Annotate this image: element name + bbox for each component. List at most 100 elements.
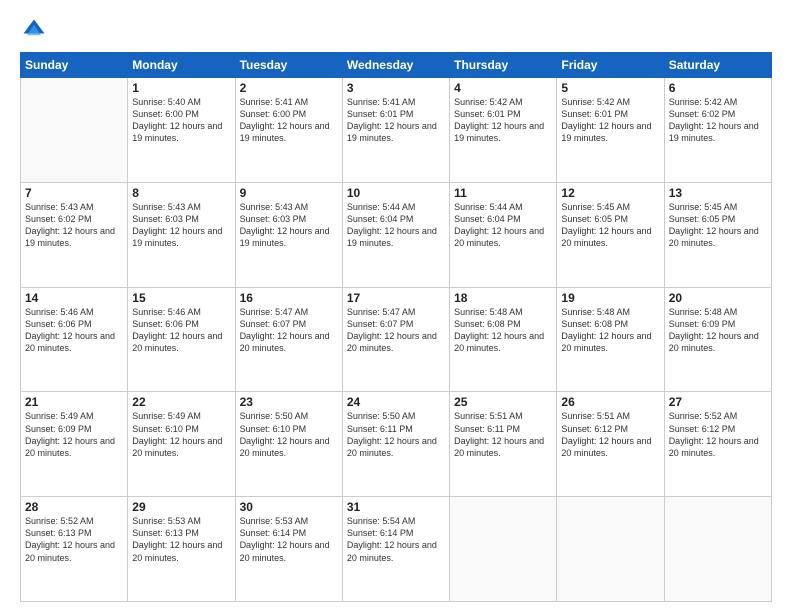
day-info: Sunrise: 5:49 AMSunset: 6:09 PMDaylight:… [25,410,123,459]
day-info: Sunrise: 5:47 AMSunset: 6:07 PMDaylight:… [347,306,445,355]
calendar-cell: 29 Sunrise: 5:53 AMSunset: 6:13 PMDaylig… [128,497,235,602]
logo [20,16,52,44]
calendar-cell: 5 Sunrise: 5:42 AMSunset: 6:01 PMDayligh… [557,78,664,183]
day-info: Sunrise: 5:45 AMSunset: 6:05 PMDaylight:… [561,201,659,250]
calendar-cell: 14 Sunrise: 5:46 AMSunset: 6:06 PMDaylig… [21,287,128,392]
day-info: Sunrise: 5:43 AMSunset: 6:02 PMDaylight:… [25,201,123,250]
calendar-table: SundayMondayTuesdayWednesdayThursdayFrid… [20,52,772,602]
weekday-header-sunday: Sunday [21,53,128,78]
day-number: 30 [240,500,338,514]
day-number: 31 [347,500,445,514]
calendar-week-4: 21 Sunrise: 5:49 AMSunset: 6:09 PMDaylig… [21,392,772,497]
weekday-header-tuesday: Tuesday [235,53,342,78]
weekday-header-row: SundayMondayTuesdayWednesdayThursdayFrid… [21,53,772,78]
calendar-cell: 11 Sunrise: 5:44 AMSunset: 6:04 PMDaylig… [450,182,557,287]
day-number: 11 [454,186,552,200]
day-number: 9 [240,186,338,200]
calendar-cell [21,78,128,183]
day-info: Sunrise: 5:40 AMSunset: 6:00 PMDaylight:… [132,96,230,145]
day-info: Sunrise: 5:48 AMSunset: 6:08 PMDaylight:… [561,306,659,355]
day-number: 7 [25,186,123,200]
day-number: 16 [240,291,338,305]
calendar-cell [557,497,664,602]
calendar-cell: 4 Sunrise: 5:42 AMSunset: 6:01 PMDayligh… [450,78,557,183]
calendar-cell: 15 Sunrise: 5:46 AMSunset: 6:06 PMDaylig… [128,287,235,392]
day-number: 18 [454,291,552,305]
day-info: Sunrise: 5:44 AMSunset: 6:04 PMDaylight:… [347,201,445,250]
day-number: 13 [669,186,767,200]
day-number: 29 [132,500,230,514]
calendar-cell: 23 Sunrise: 5:50 AMSunset: 6:10 PMDaylig… [235,392,342,497]
calendar-cell: 28 Sunrise: 5:52 AMSunset: 6:13 PMDaylig… [21,497,128,602]
day-info: Sunrise: 5:42 AMSunset: 6:02 PMDaylight:… [669,96,767,145]
calendar-week-3: 14 Sunrise: 5:46 AMSunset: 6:06 PMDaylig… [21,287,772,392]
calendar-cell: 30 Sunrise: 5:53 AMSunset: 6:14 PMDaylig… [235,497,342,602]
day-info: Sunrise: 5:41 AMSunset: 6:00 PMDaylight:… [240,96,338,145]
calendar-cell: 27 Sunrise: 5:52 AMSunset: 6:12 PMDaylig… [664,392,771,497]
calendar-cell: 22 Sunrise: 5:49 AMSunset: 6:10 PMDaylig… [128,392,235,497]
day-info: Sunrise: 5:48 AMSunset: 6:09 PMDaylight:… [669,306,767,355]
day-number: 25 [454,395,552,409]
day-info: Sunrise: 5:50 AMSunset: 6:11 PMDaylight:… [347,410,445,459]
calendar-week-2: 7 Sunrise: 5:43 AMSunset: 6:02 PMDayligh… [21,182,772,287]
day-number: 8 [132,186,230,200]
day-info: Sunrise: 5:51 AMSunset: 6:12 PMDaylight:… [561,410,659,459]
day-number: 22 [132,395,230,409]
calendar-cell: 20 Sunrise: 5:48 AMSunset: 6:09 PMDaylig… [664,287,771,392]
calendar-cell: 10 Sunrise: 5:44 AMSunset: 6:04 PMDaylig… [342,182,449,287]
weekday-header-wednesday: Wednesday [342,53,449,78]
day-number: 27 [669,395,767,409]
day-info: Sunrise: 5:49 AMSunset: 6:10 PMDaylight:… [132,410,230,459]
day-number: 12 [561,186,659,200]
day-info: Sunrise: 5:43 AMSunset: 6:03 PMDaylight:… [132,201,230,250]
calendar-cell: 19 Sunrise: 5:48 AMSunset: 6:08 PMDaylig… [557,287,664,392]
day-number: 6 [669,81,767,95]
day-info: Sunrise: 5:45 AMSunset: 6:05 PMDaylight:… [669,201,767,250]
day-number: 5 [561,81,659,95]
calendar-cell: 26 Sunrise: 5:51 AMSunset: 6:12 PMDaylig… [557,392,664,497]
day-number: 26 [561,395,659,409]
calendar-cell: 16 Sunrise: 5:47 AMSunset: 6:07 PMDaylig… [235,287,342,392]
day-number: 4 [454,81,552,95]
calendar-cell: 31 Sunrise: 5:54 AMSunset: 6:14 PMDaylig… [342,497,449,602]
day-number: 3 [347,81,445,95]
day-info: Sunrise: 5:52 AMSunset: 6:13 PMDaylight:… [25,515,123,564]
calendar-cell: 24 Sunrise: 5:50 AMSunset: 6:11 PMDaylig… [342,392,449,497]
calendar-cell: 12 Sunrise: 5:45 AMSunset: 6:05 PMDaylig… [557,182,664,287]
weekday-header-monday: Monday [128,53,235,78]
weekday-header-friday: Friday [557,53,664,78]
day-info: Sunrise: 5:53 AMSunset: 6:14 PMDaylight:… [240,515,338,564]
day-number: 10 [347,186,445,200]
day-number: 1 [132,81,230,95]
calendar-week-1: 1 Sunrise: 5:40 AMSunset: 6:00 PMDayligh… [21,78,772,183]
day-info: Sunrise: 5:48 AMSunset: 6:08 PMDaylight:… [454,306,552,355]
day-info: Sunrise: 5:44 AMSunset: 6:04 PMDaylight:… [454,201,552,250]
calendar-cell: 6 Sunrise: 5:42 AMSunset: 6:02 PMDayligh… [664,78,771,183]
header [20,16,772,44]
day-info: Sunrise: 5:43 AMSunset: 6:03 PMDaylight:… [240,201,338,250]
day-info: Sunrise: 5:42 AMSunset: 6:01 PMDaylight:… [561,96,659,145]
weekday-header-thursday: Thursday [450,53,557,78]
day-info: Sunrise: 5:42 AMSunset: 6:01 PMDaylight:… [454,96,552,145]
calendar-cell: 25 Sunrise: 5:51 AMSunset: 6:11 PMDaylig… [450,392,557,497]
day-info: Sunrise: 5:46 AMSunset: 6:06 PMDaylight:… [25,306,123,355]
calendar-cell: 7 Sunrise: 5:43 AMSunset: 6:02 PMDayligh… [21,182,128,287]
day-number: 28 [25,500,123,514]
day-number: 17 [347,291,445,305]
day-info: Sunrise: 5:51 AMSunset: 6:11 PMDaylight:… [454,410,552,459]
day-info: Sunrise: 5:54 AMSunset: 6:14 PMDaylight:… [347,515,445,564]
calendar-cell: 17 Sunrise: 5:47 AMSunset: 6:07 PMDaylig… [342,287,449,392]
page: SundayMondayTuesdayWednesdayThursdayFrid… [0,0,792,612]
day-info: Sunrise: 5:47 AMSunset: 6:07 PMDaylight:… [240,306,338,355]
calendar-week-5: 28 Sunrise: 5:52 AMSunset: 6:13 PMDaylig… [21,497,772,602]
calendar-cell: 8 Sunrise: 5:43 AMSunset: 6:03 PMDayligh… [128,182,235,287]
calendar-cell: 21 Sunrise: 5:49 AMSunset: 6:09 PMDaylig… [21,392,128,497]
calendar-cell [450,497,557,602]
day-number: 23 [240,395,338,409]
day-number: 20 [669,291,767,305]
day-info: Sunrise: 5:46 AMSunset: 6:06 PMDaylight:… [132,306,230,355]
weekday-header-saturday: Saturday [664,53,771,78]
calendar-cell [664,497,771,602]
calendar-cell: 3 Sunrise: 5:41 AMSunset: 6:01 PMDayligh… [342,78,449,183]
day-info: Sunrise: 5:53 AMSunset: 6:13 PMDaylight:… [132,515,230,564]
